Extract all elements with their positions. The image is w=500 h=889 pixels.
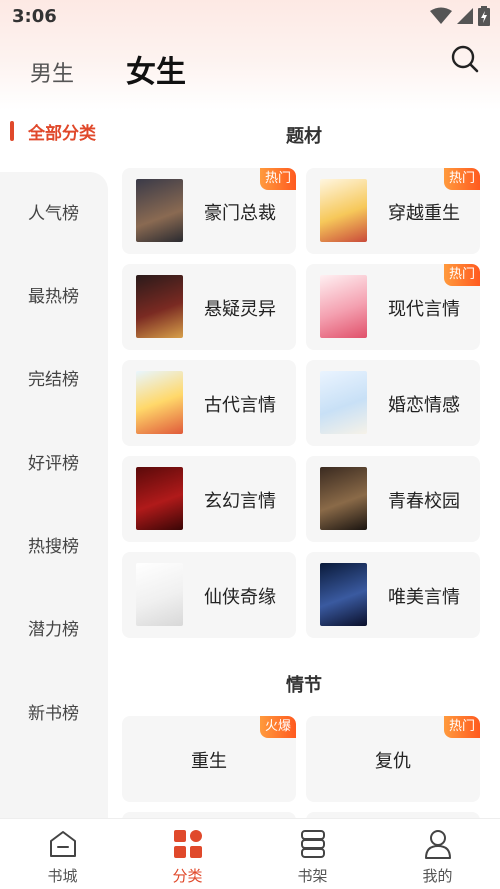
category-icon: [174, 830, 202, 858]
category-name: 唯美言情: [388, 587, 460, 608]
category-card[interactable]: 婚恋情感: [306, 360, 480, 446]
nav-bookstore[interactable]: 书城: [0, 819, 125, 889]
category-card[interactable]: 复仇 热门: [306, 716, 480, 802]
section-title-plot: 情节: [286, 675, 322, 696]
category-card[interactable]: 唯美言情: [306, 552, 480, 638]
sidebar-item-trending[interactable]: 热搜榜: [0, 527, 108, 567]
category-name: 复仇: [375, 751, 411, 772]
status-icons: [430, 6, 490, 26]
category-card[interactable]: 仙侠奇缘: [122, 552, 296, 638]
tab-female[interactable]: 女生: [126, 47, 186, 91]
top-header: 3:06 男生 女生: [0, 0, 500, 110]
search-icon[interactable]: [450, 44, 480, 74]
hot-badge: 热门: [443, 716, 480, 738]
book-cover: [136, 179, 183, 242]
bookshelf-icon: [301, 830, 325, 858]
category-name: 青春校园: [388, 491, 460, 512]
category-content: 题材 豪门总裁 热门 穿越重生 热门 悬疑灵异 现代言情 热门 古代言情 婚恋情…: [108, 110, 500, 818]
book-cover: [320, 563, 367, 626]
category-name: 婚恋情感: [388, 395, 460, 416]
nav-profile[interactable]: 我的: [375, 819, 500, 889]
category-name: 仙侠奇缘: [204, 587, 276, 608]
hot-badge: 热门: [259, 168, 296, 190]
sidebar-item-potential[interactable]: 潜力榜: [0, 610, 108, 650]
nav-label: 书城: [47, 867, 78, 885]
book-cover: [136, 467, 183, 530]
sidebar-item-top-rated[interactable]: 好评榜: [0, 444, 108, 484]
category-sidebar: 全部分类 人气榜 最热榜 完结榜 好评榜 热搜榜 潜力榜 新书榜: [0, 110, 108, 818]
category-card[interactable]: 现代言情 热门: [306, 264, 480, 350]
nav-bookshelf[interactable]: 书架: [250, 819, 375, 889]
category-name: 重生: [191, 751, 227, 772]
home-icon: [50, 831, 76, 857]
book-cover: [136, 275, 183, 338]
sidebar-item-label: 全部分类: [28, 124, 96, 144]
category-name: 现代言情: [388, 299, 460, 320]
book-cover: [320, 371, 367, 434]
sidebar-item-new-books[interactable]: 新书榜: [0, 694, 108, 734]
tab-male[interactable]: 男生: [30, 56, 74, 88]
signal-icon: [457, 8, 473, 24]
sidebar-item-popular[interactable]: 人气榜: [0, 194, 108, 234]
category-card[interactable]: 豪门总裁 热门: [122, 168, 296, 254]
sidebar-item-hottest[interactable]: 最热榜: [0, 277, 108, 317]
book-cover: [320, 275, 367, 338]
sidebar-rank-list: 人气榜 最热榜 完结榜 好评榜 热搜榜 潜力榜 新书榜: [0, 172, 108, 818]
hot-badge: 热门: [443, 264, 480, 286]
category-name: 豪门总裁: [204, 203, 276, 224]
nav-label: 我的: [422, 867, 453, 885]
hot-badge: 热门: [443, 168, 480, 190]
sidebar-item-all[interactable]: 全部分类: [0, 110, 108, 172]
category-card[interactable]: 玄幻言情: [122, 456, 296, 542]
status-time: 3:06: [12, 6, 57, 27]
active-indicator: [10, 121, 14, 141]
status-bar: 3:06: [0, 0, 500, 34]
category-card[interactable]: 穿越重生 热门: [306, 168, 480, 254]
nav-label: 书架: [297, 867, 328, 885]
nav-label: 分类: [172, 867, 203, 885]
category-name: 古代言情: [204, 395, 276, 416]
sidebar-item-completed[interactable]: 完结榜: [0, 360, 108, 400]
section-title-theme: 题材: [286, 126, 322, 147]
bottom-navigation: 书城 分类 书架 我的: [0, 818, 500, 889]
category-card[interactable]: 青春校园: [306, 456, 480, 542]
nav-category[interactable]: 分类: [125, 819, 250, 889]
book-cover: [320, 179, 367, 242]
category-card[interactable]: 古代言情: [122, 360, 296, 446]
wifi-icon: [430, 7, 452, 24]
category-card[interactable]: 重生 火爆: [122, 716, 296, 802]
book-cover: [320, 467, 367, 530]
category-name: 穿越重生: [388, 203, 460, 224]
book-cover: [136, 563, 183, 626]
book-cover: [136, 371, 183, 434]
battery-icon: [478, 6, 490, 26]
category-name: 悬疑灵异: [204, 299, 276, 320]
category-name: 玄幻言情: [204, 491, 276, 512]
category-card[interactable]: 悬疑灵异: [122, 264, 296, 350]
hot-badge: 火爆: [259, 716, 296, 738]
profile-icon: [425, 830, 451, 859]
